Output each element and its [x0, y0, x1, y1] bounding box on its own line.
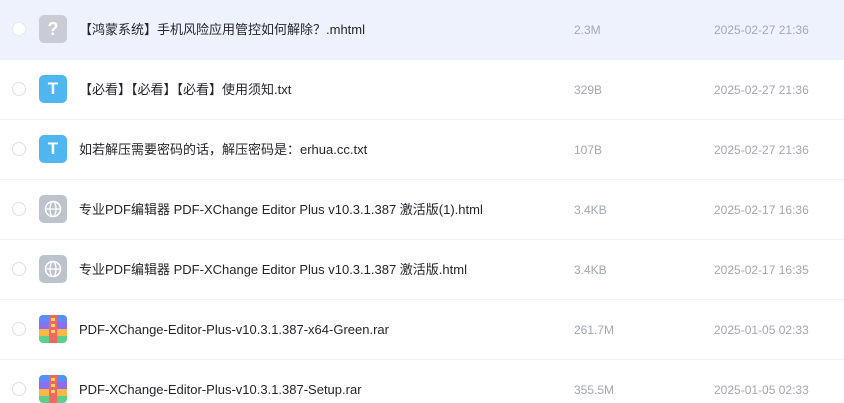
file-name[interactable]: 【必看】【必看】【必看】使用须知.txt [79, 81, 291, 99]
file-date: 2025-02-17 16:35 [714, 263, 809, 277]
file-date: 2025-02-27 21:36 [714, 143, 809, 157]
file-name[interactable]: 如若解压需要密码的话，解压密码是：erhua.cc.txt [79, 141, 367, 159]
file-name[interactable]: PDF-XChange-Editor-Plus-v10.3.1.387-x64-… [79, 321, 389, 339]
file-size: 3.4KB [574, 263, 607, 277]
globe-icon [44, 260, 62, 278]
file-date: 2025-02-27 21:36 [714, 23, 809, 37]
file-size: 107B [574, 143, 603, 157]
file-date: 2025-02-17 16:36 [714, 203, 809, 217]
file-size: 261.7M [574, 323, 615, 337]
unknown-file-glyph: ? [47, 19, 59, 39]
file-row[interactable]: T 【必看】【必看】【必看】使用须知.txt 329B 2025-02-27 2… [0, 60, 844, 120]
text-file-glyph: T [47, 139, 59, 158]
row-checkbox[interactable] [12, 202, 26, 216]
file-size: 2.3M [574, 23, 601, 37]
text-file-icon: T [39, 135, 67, 163]
file-name[interactable]: 专业PDF编辑器 PDF-XChange Editor Plus v10.3.1… [79, 261, 467, 279]
unknown-file-icon: ? [39, 15, 67, 43]
row-checkbox[interactable] [12, 82, 26, 96]
file-row[interactable]: ? 【鸿蒙系统】手机风险应用管控如何解除？.mhtml 2.3M 2025-02… [0, 0, 844, 60]
file-list: ? 【鸿蒙系统】手机风险应用管控如何解除？.mhtml 2.3M 2025-02… [0, 0, 844, 403]
file-name[interactable]: 【鸿蒙系统】手机风险应用管控如何解除？.mhtml [79, 21, 365, 39]
web-file-icon [39, 255, 67, 283]
web-file-icon [39, 195, 67, 223]
file-date: 2025-01-05 02:33 [714, 383, 809, 397]
globe-icon [44, 200, 62, 218]
file-row[interactable]: 专业PDF编辑器 PDF-XChange Editor Plus v10.3.1… [0, 240, 844, 300]
text-file-icon: T [39, 75, 67, 103]
file-name[interactable]: 专业PDF编辑器 PDF-XChange Editor Plus v10.3.1… [79, 201, 483, 219]
file-row[interactable]: 专业PDF编辑器 PDF-XChange Editor Plus v10.3.1… [0, 180, 844, 240]
file-name[interactable]: PDF-XChange-Editor-Plus-v10.3.1.387-Setu… [79, 381, 362, 399]
row-checkbox[interactable] [12, 382, 26, 396]
file-size: 3.4KB [574, 203, 607, 217]
row-checkbox[interactable] [12, 142, 26, 156]
file-row[interactable]: T 如若解压需要密码的话，解压密码是：erhua.cc.txt 107B 202… [0, 120, 844, 180]
archive-file-icon [39, 315, 67, 343]
file-row[interactable]: PDF-XChange-Editor-Plus-v10.3.1.387-x64-… [0, 300, 844, 360]
file-size: 329B [574, 83, 603, 97]
archive-file-icon [39, 375, 67, 403]
text-file-glyph: T [47, 79, 59, 98]
file-date: 2025-02-27 21:36 [714, 83, 809, 97]
file-date: 2025-01-05 02:33 [714, 323, 809, 337]
row-checkbox[interactable] [12, 262, 26, 276]
row-checkbox[interactable] [12, 22, 26, 36]
row-checkbox[interactable] [12, 322, 26, 336]
file-size: 355.5M [574, 383, 615, 397]
file-row[interactable]: PDF-XChange-Editor-Plus-v10.3.1.387-Setu… [0, 360, 844, 403]
